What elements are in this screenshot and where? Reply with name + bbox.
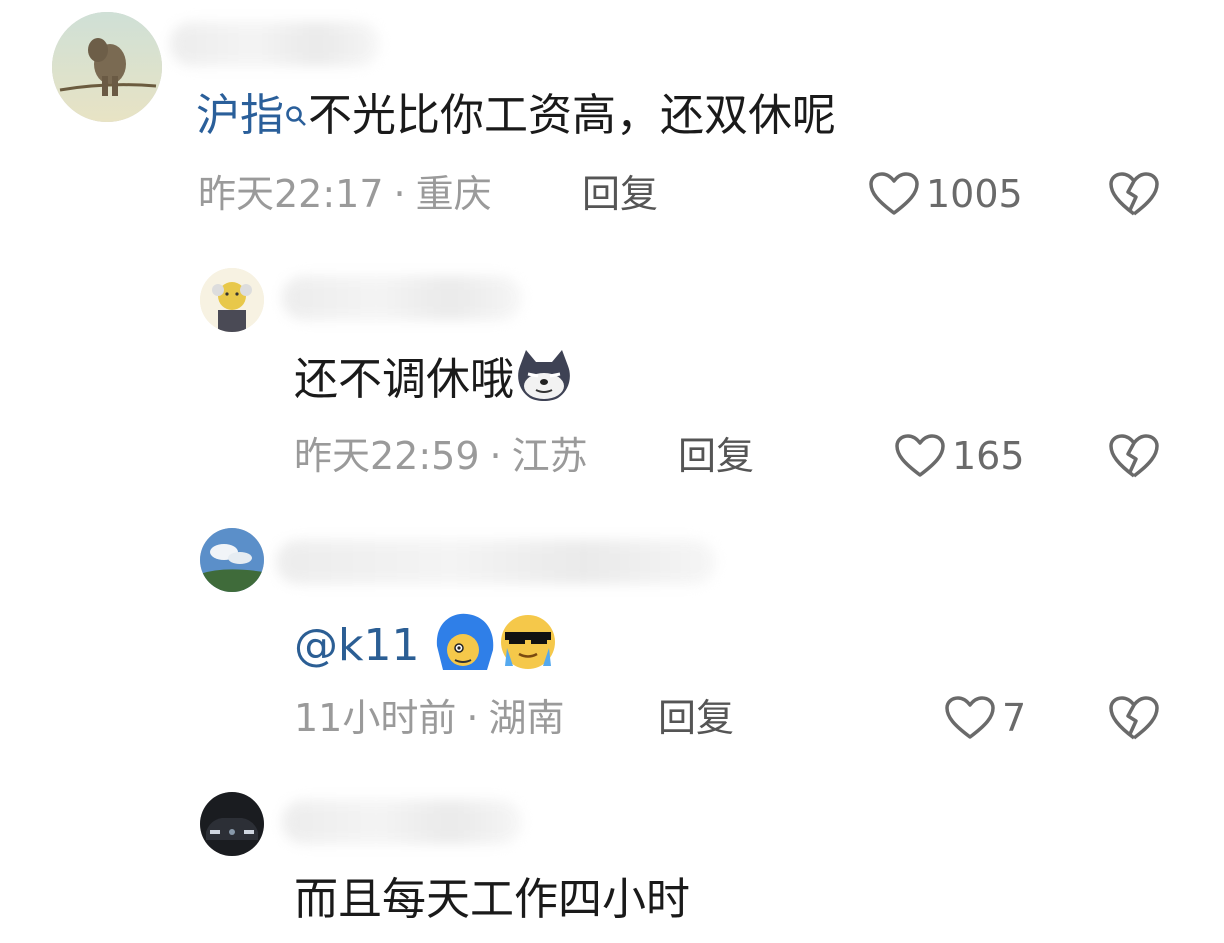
broken-heart-icon — [1109, 696, 1159, 740]
comment-text: 还不调休哦 — [294, 346, 574, 418]
separator: · — [466, 696, 479, 740]
heart-outline-icon — [945, 696, 995, 739]
sunglasses-crying-emoji-icon — [497, 610, 559, 686]
dislike-button[interactable] — [1108, 170, 1160, 218]
crying-blue-hair-emoji-icon — [433, 610, 497, 686]
wolf-emoji-icon — [514, 346, 574, 418]
broken-heart-icon — [1109, 172, 1159, 216]
comment-meta: 11小时前 · 湖南 — [294, 694, 564, 742]
mention-link[interactable]: @k11 — [294, 620, 419, 671]
like-count: 165 — [952, 434, 1025, 478]
elephant-avatar-image — [52, 12, 162, 122]
reply-button[interactable]: 回复 — [582, 170, 658, 218]
username-blurred[interactable] — [282, 276, 522, 320]
comment-text: 而且每天工作四小时 — [294, 872, 690, 928]
dislike-button[interactable] — [1108, 694, 1160, 742]
like-button[interactable]: 7 — [944, 694, 1026, 742]
heart-outline-icon — [869, 172, 919, 215]
avatar[interactable] — [200, 528, 264, 592]
like-button[interactable]: 165 — [894, 432, 1025, 480]
comment-text: 沪指 不光比你工资高，还双休呢 — [196, 88, 836, 146]
comment-text: @k11 — [294, 610, 559, 686]
reply-button[interactable]: 回复 — [658, 694, 734, 742]
like-count: 7 — [1002, 696, 1027, 740]
timestamp: 11小时前 — [294, 696, 457, 740]
broken-heart-icon — [1109, 434, 1159, 478]
separator: · — [489, 434, 502, 478]
cartoon-judge-avatar-image — [200, 268, 264, 332]
avatar[interactable] — [200, 268, 264, 332]
username-blurred[interactable] — [276, 540, 716, 584]
black-car-avatar-image — [200, 792, 264, 856]
heart-outline-icon — [895, 434, 945, 477]
location: 重庆 — [415, 172, 492, 216]
comment-body: 而且每天工作四小时 — [294, 874, 690, 925]
search-icon[interactable] — [284, 90, 308, 146]
like-count: 1005 — [926, 172, 1023, 216]
timestamp: 昨天22:59 — [294, 434, 480, 478]
comment-body: 还不调休哦 — [294, 354, 514, 405]
timestamp: 昨天22:17 — [198, 172, 384, 216]
location: 湖南 — [488, 696, 565, 740]
hot-topic-link[interactable]: 沪指 — [196, 90, 284, 141]
location: 江苏 — [511, 434, 588, 478]
comment-meta: 昨天22:17 · 重庆 — [198, 170, 492, 218]
avatar[interactable] — [200, 792, 264, 856]
comment-meta: 昨天22:59 · 江苏 — [294, 432, 588, 480]
like-button[interactable]: 1005 — [868, 170, 1023, 218]
username-blurred[interactable] — [170, 22, 380, 66]
separator: · — [393, 172, 406, 216]
comment-body: 不光比你工资高，还双休呢 — [308, 90, 836, 141]
dislike-button[interactable] — [1108, 432, 1160, 480]
avatar[interactable] — [52, 12, 162, 122]
username-blurred[interactable] — [282, 800, 522, 844]
sky-landscape-avatar-image — [200, 528, 264, 592]
reply-button[interactable]: 回复 — [678, 432, 754, 480]
